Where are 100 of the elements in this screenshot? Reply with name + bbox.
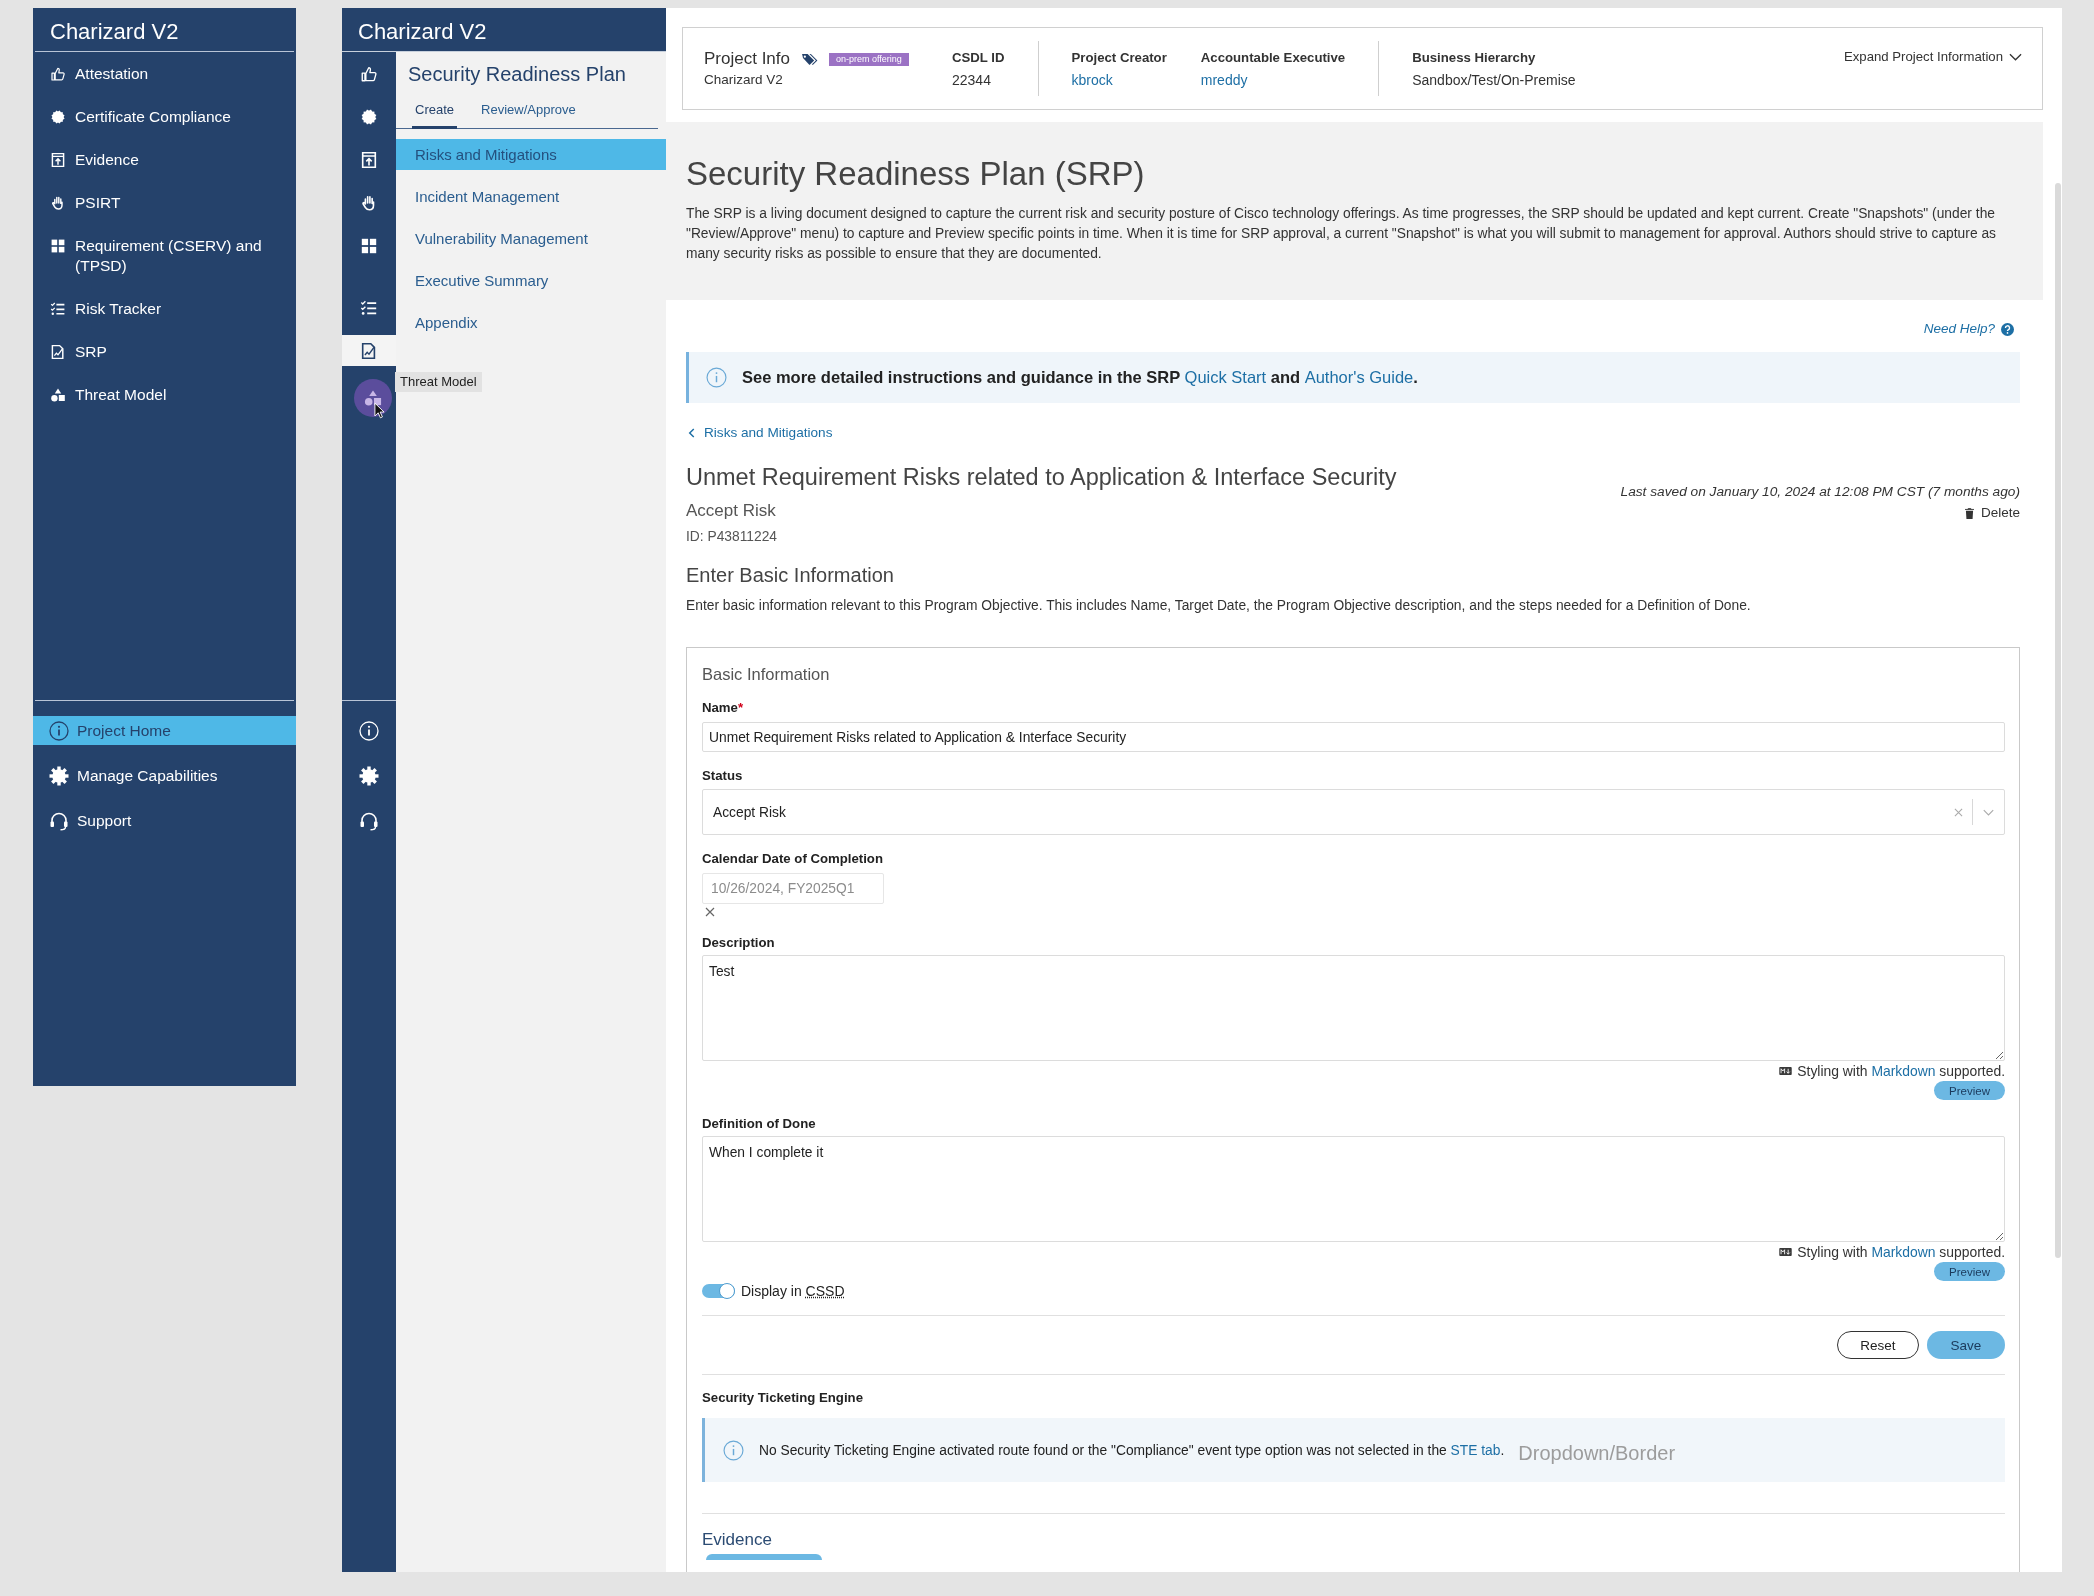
clear-icon[interactable] [705, 907, 715, 917]
last-saved-text: Last saved on January 10, 2024 at 12:08 PM CST (7 months ago) [1620, 484, 2020, 500]
chevron-down-icon [1983, 808, 1994, 816]
info-value: Sandbox/Test/On-Premise [1412, 71, 1576, 88]
nav-title: Security Readiness Plan [407, 62, 627, 86]
trash-icon [1964, 507, 1974, 519]
sidebar-item[interactable]: Project Home [33, 716, 296, 745]
notice-text: No Security Ticketing Engine activated route found or the "Compliance" event type option was not selected in the STE tab. [759, 1442, 1505, 1458]
status-select[interactable]: Accept Risk [702, 789, 2005, 835]
tab[interactable]: Review/Approve [478, 98, 579, 129]
sidebar-item[interactable]: Manage Capabilities [33, 761, 296, 790]
info-icon [359, 720, 379, 741]
field-label: Calendar Date of Completion [702, 851, 884, 867]
reset-button[interactable]: Reset [1837, 1331, 1919, 1359]
thumbs-up-icon [50, 65, 66, 82]
markdown-icon [1779, 1248, 1793, 1256]
sidebar-item[interactable]: Risk Tracker [33, 287, 296, 330]
delete-button[interactable]: Delete [1964, 505, 2020, 521]
card-title: Basic Information [702, 664, 831, 684]
document-chart-icon [50, 343, 66, 360]
info-label: CSDL ID [952, 49, 1005, 66]
field-label: Description [702, 935, 776, 951]
tags-icon [801, 52, 818, 66]
sidebar-item[interactable]: Certificate Compliance [33, 95, 296, 138]
info-label: Project Creator [1071, 49, 1167, 66]
page-title: Security Readiness Plan (SRP) [686, 154, 1146, 194]
sidebar-item[interactable]: PSIRT [33, 181, 296, 224]
sidebar-item[interactable]: Threat Model [33, 373, 296, 416]
nav-item[interactable]: Appendix [396, 307, 666, 338]
text-field[interactable]: Unmet Requirement Risks related to Application & Interface Security [702, 722, 2005, 752]
info-value: 22344 [952, 71, 992, 88]
toggle-label: Display in CSSD [741, 1283, 845, 1299]
seal-icon [50, 108, 66, 125]
shapes-icon [50, 386, 66, 403]
scrollbar-thumb[interactable] [2055, 183, 2061, 1258]
save-button[interactable]: Save [1927, 1331, 2005, 1359]
expand-button[interactable]: Expand Project Information [1843, 49, 2022, 64]
text-area[interactable]: Test [702, 955, 2005, 1061]
settings-icon [49, 765, 69, 786]
markdown-link[interactable]: Markdown [1871, 1063, 1936, 1079]
info-icon [723, 1439, 744, 1461]
preview-button[interactable]: Preview [1934, 1262, 2005, 1281]
rail-button[interactable] [342, 335, 396, 366]
field-label: Status [702, 768, 744, 784]
guide-link[interactable]: Author's Guide [1304, 368, 1414, 386]
section-heading: Enter Basic Information [686, 563, 895, 587]
help-link[interactable]: Need Help? [1923, 321, 2014, 337]
tab[interactable]: Create [412, 98, 458, 129]
sidebar-item[interactable]: SRP [33, 330, 296, 373]
info-label: Accountable Executive [1200, 49, 1346, 66]
toggle-switch[interactable] [702, 1284, 735, 1298]
hand-icon [50, 194, 66, 211]
markdown-icon [1779, 1067, 1793, 1075]
upload-box-icon [50, 151, 66, 168]
sidebar-item[interactable]: Requirement (CSERV) and (TPSD) [33, 224, 296, 287]
settings-icon [359, 765, 379, 786]
date-field[interactable]: 10/26/2024, FY2025Q1 [702, 873, 884, 904]
tooltip: Threat Model [395, 372, 482, 392]
nav-item[interactable]: Incident Management [396, 181, 666, 212]
badge: on-prem offering [829, 52, 909, 66]
sidebar-item[interactable]: Support [33, 806, 296, 835]
chevron-left-icon [688, 428, 695, 438]
section-label: Security Ticketing Engine [702, 1390, 864, 1406]
chevron-down-icon [2009, 52, 2022, 61]
sidebar-item[interactable]: Evidence [33, 138, 296, 181]
project-info-title: Project Info [704, 49, 790, 69]
overlay-label: Dropdown/Border [1518, 1441, 1676, 1465]
info-link[interactable]: mreddy [1200, 71, 1346, 88]
guide-link[interactable]: Quick Start [1184, 368, 1267, 386]
info-icon [706, 367, 727, 388]
evidence-heading: Evidence [702, 1530, 773, 1550]
cursor-icon [374, 402, 385, 419]
markdown-hint: Styling with Markdown supported. [1797, 1063, 2005, 1079]
nav-item[interactable]: Vulnerability Management [396, 223, 666, 254]
nav-item[interactable]: Risks and Mitigations [396, 139, 666, 170]
field-label: Name* [702, 700, 745, 716]
sidebar-title: Charizard V2 [35, 8, 294, 52]
app-title-bar: Charizard V2 [342, 8, 666, 52]
preview-button[interactable]: Preview [1934, 1081, 2005, 1100]
markdown-hint: Styling with Markdown supported. [1797, 1244, 2005, 1260]
project-name: Charizard V2 [704, 72, 784, 88]
risk-id: ID: P43811224 [686, 529, 778, 545]
section-description: Enter basic information relevant to this Program Objective. This includes Name, Target Date, the Program Objective description, and the steps needed for a Definition of Done. [686, 598, 1752, 614]
info-icon [49, 720, 69, 741]
headset-icon [49, 810, 69, 831]
grid-icon [50, 237, 66, 254]
headset-icon [359, 810, 379, 831]
checklist-icon [50, 300, 66, 317]
help-icon [2001, 322, 2014, 336]
markdown-link[interactable]: Markdown [1871, 1244, 1936, 1260]
info-link[interactable]: kbrock [1071, 71, 1167, 88]
nav-item[interactable]: Executive Summary [396, 265, 666, 296]
risk-status: Accept Risk [686, 501, 776, 521]
field-label: Definition of Done [702, 1116, 817, 1132]
risk-title: Unmet Requirement Risks related to Application & Interface Security [686, 464, 1397, 490]
back-link[interactable]: Risks and Mitigations [686, 425, 833, 441]
intro-text: The SRP is a living document designed to capture the current risk and security posture of Cisco technology offerings. As time progresses, the SRP should be updated and kept current. Create "Snapshots" (under the "Review/Approve" menu) to capture and Preview specific points in time. When it is time for SRP approval, a current "Snapshot" is what you will submit to management for approval. Authors should strive to capture as many security risks as possible to ensure that they are documented. [686, 205, 1997, 263]
guidance-text: See more detailed instructions and guidance in the SRP Quick Start and Author's Guide. [742, 368, 1418, 387]
text-area[interactable]: When I complete it [702, 1136, 2005, 1242]
sidebar-item[interactable]: Attestation [33, 52, 296, 95]
